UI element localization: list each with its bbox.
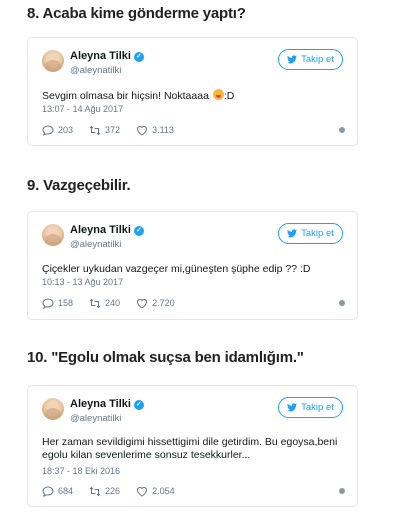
tweet-actions: 684 226 2.054: [42, 484, 345, 498]
tweet-author-name[interactable]: Aleyna Tilki ✓: [70, 50, 144, 62]
tweet-text: Çiçekler uykudan vazgeçer mi,güneşten şü…: [42, 263, 311, 275]
reply-count: 203: [58, 125, 74, 135]
info-icon[interactable]: [339, 300, 345, 306]
tweet-timestamp[interactable]: 13:07 - 14 Ağu 2017: [42, 104, 123, 114]
verified-icon: ✓: [133, 400, 144, 410]
tweet-author-handle[interactable]: @aleynatilki: [70, 413, 121, 424]
follow-button[interactable]: Takip et: [278, 397, 343, 418]
tweet-text: Sevgim olmasa bir hiçsin! Noktaaaa :D: [42, 89, 347, 103]
tweet-timestamp[interactable]: 18:37 - 18 Eki 2016: [42, 466, 120, 476]
retweet-button[interactable]: 226: [89, 486, 120, 497]
reply-count: 684: [58, 486, 74, 496]
tweet-author-handle[interactable]: @aleynatilki: [70, 239, 121, 250]
tweet-actions: 203 372 3.113: [42, 123, 345, 137]
tweet-text: Her zaman sevildigimi hissettigimi dile …: [42, 436, 338, 461]
heart-icon: [137, 486, 148, 497]
twitter-bird-icon: [287, 229, 298, 238]
twitter-bird-icon: [287, 55, 298, 64]
tweet-actions: 158 240 2.720: [42, 296, 345, 310]
heart-icon: [137, 298, 148, 309]
like-button[interactable]: 2.054: [136, 486, 175, 497]
reply-button[interactable]: 203: [42, 124, 74, 136]
tweet-timestamp[interactable]: 10:13 - 13 Ağu 2017: [42, 277, 123, 287]
follow-button[interactable]: Takip et: [278, 49, 343, 70]
tweet-author-name[interactable]: Aleyna Tilki ✓: [70, 398, 144, 410]
info-icon[interactable]: [339, 127, 345, 133]
author-name-text: Aleyna Tilki: [70, 224, 131, 236]
follow-label: Takip et: [301, 54, 334, 65]
author-name-text: Aleyna Tilki: [70, 398, 131, 410]
tweet-text-part: Sevgim olmasa bir hiçsin! Noktaaaa: [42, 90, 212, 102]
like-button[interactable]: 3.113: [136, 125, 174, 136]
tweet-card[interactable]: Aleyna Tilki ✓ @aleynatilki Takip et Sevg…: [27, 37, 358, 146]
follow-label: Takip et: [301, 402, 334, 413]
reply-button[interactable]: 158: [42, 297, 74, 309]
avatar[interactable]: [42, 50, 64, 72]
like-count: 2.720: [152, 298, 175, 308]
retweet-icon: [89, 298, 101, 308]
verified-icon: ✓: [133, 226, 144, 236]
tweet-card[interactable]: Aleyna Tilki ✓ @aleynatilki Takip et Her …: [27, 385, 358, 507]
tweet-author-handle[interactable]: @aleynatilki: [70, 65, 121, 76]
like-count: 3.113: [152, 125, 174, 135]
retweet-icon: [89, 486, 101, 496]
section-heading: 8. Acaba kime gönderme yaptı?: [27, 5, 246, 22]
tweet-card[interactable]: Aleyna Tilki ✓ @aleynatilki Takip et Çiçe…: [27, 211, 358, 320]
tweet-author-name[interactable]: Aleyna Tilki ✓: [70, 224, 144, 236]
face-with-tongue-emoji-icon: [212, 89, 224, 100]
section-heading: 10. "Egolu olmak suçsa ben idamlığım.": [27, 349, 304, 366]
follow-label: Takip et: [301, 228, 334, 239]
like-button[interactable]: 2.720: [136, 298, 175, 309]
twitter-bird-icon: [287, 403, 298, 412]
reply-count: 158: [58, 298, 74, 308]
retweet-icon: [89, 125, 101, 135]
tweet-text-part: :D: [223, 90, 235, 102]
retweet-button[interactable]: 372: [89, 125, 120, 136]
retweet-button[interactable]: 240: [89, 298, 120, 309]
retweet-count: 226: [105, 486, 121, 496]
reply-icon: [42, 124, 54, 136]
reply-button[interactable]: 684: [42, 485, 74, 497]
verified-icon: ✓: [133, 52, 144, 62]
like-count: 2.054: [152, 486, 175, 496]
reply-icon: [42, 485, 54, 497]
follow-button[interactable]: Takip et: [278, 223, 343, 244]
section-heading: 9. Vazgeçebilir.: [27, 177, 131, 194]
retweet-count: 372: [105, 125, 121, 135]
author-name-text: Aleyna Tilki: [70, 50, 131, 62]
heart-icon: [137, 125, 148, 136]
avatar[interactable]: [42, 224, 64, 246]
reply-icon: [42, 297, 54, 309]
info-icon[interactable]: [339, 488, 345, 494]
avatar[interactable]: [42, 398, 64, 420]
retweet-count: 240: [105, 298, 121, 308]
